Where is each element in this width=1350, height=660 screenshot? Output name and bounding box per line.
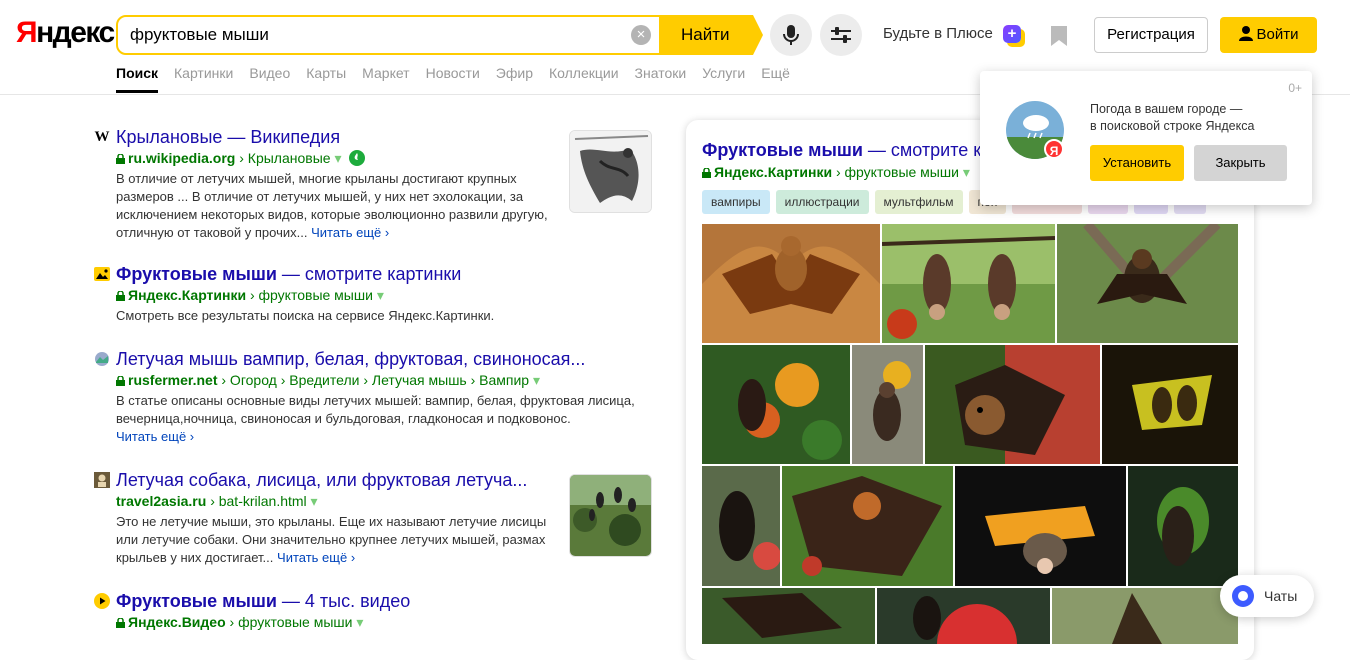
tab-more[interactable]: Ещё <box>761 65 790 93</box>
result-title-link[interactable]: Фруктовые мыши — смотрите картинки <box>116 263 461 285</box>
images-title-link[interactable]: Фруктовые мыши — смотрите к <box>702 140 981 161</box>
image-thumbnail[interactable] <box>925 345 1100 464</box>
result-thumbnail[interactable] <box>569 130 652 213</box>
read-more-link[interactable]: Читать ещё › <box>311 225 389 240</box>
login-button[interactable]: Войти <box>1220 17 1317 53</box>
lock-icon <box>116 154 125 164</box>
image-thumbnail[interactable] <box>1128 466 1238 586</box>
search-tabs: Поиск Картинки Видео Карты Маркет Новост… <box>116 65 806 93</box>
lock-icon <box>116 618 125 628</box>
tab-market[interactable]: Маркет <box>362 65 409 93</box>
tab-collections[interactable]: Коллекции <box>549 65 619 93</box>
tab-images[interactable]: Картинки <box>174 65 233 93</box>
search-input[interactable] <box>130 17 630 53</box>
image-thumbnail[interactable] <box>782 466 953 586</box>
user-icon <box>1238 26 1253 41</box>
plus-promo-link[interactable]: Будьте в Плюсе <box>883 25 993 42</box>
search-box: × <box>116 15 676 55</box>
image-thumbnail[interactable] <box>955 466 1126 586</box>
site-favicon <box>94 351 110 367</box>
bats-tree-image <box>570 475 651 556</box>
result-url[interactable]: Яндекс.Картинки › фруктовые мыши ▾ <box>116 287 384 303</box>
result-title-link[interactable]: Фруктовые мыши — 4 тыс. видео <box>116 590 410 612</box>
result-url[interactable]: Яндекс.Видео › фруктовые мыши ▾ <box>116 614 363 630</box>
tab-efir[interactable]: Эфир <box>496 65 533 93</box>
image-thumbnail[interactable] <box>882 224 1055 343</box>
image-thumbnail[interactable] <box>1057 224 1238 343</box>
lock-icon <box>702 168 711 178</box>
close-button[interactable]: Закрыть <box>1194 145 1287 181</box>
result-url[interactable]: ru.wikipedia.org › Крылановые ▾ <box>116 150 366 166</box>
tab-news[interactable]: Новости <box>426 65 480 93</box>
wikipedia-icon: W <box>94 128 110 145</box>
bat-engraving-image <box>570 131 651 212</box>
result-title-link[interactable]: Летучая мышь вампир, белая, фруктовая, с… <box>116 348 585 370</box>
yandex-logo[interactable]: Яндекс <box>16 14 115 52</box>
result-title-link[interactable]: Летучая собака, лисица, или фруктовая ле… <box>116 469 527 491</box>
search-result: Летучая мышь вампир, белая, фруктовая, с… <box>94 348 654 444</box>
image-thumbnail[interactable] <box>1102 345 1238 464</box>
read-more-link[interactable]: Читать ещё › <box>116 429 194 444</box>
popup-text: Погода в вашем городе — в поисковой строк… <box>1090 102 1255 133</box>
lock-icon <box>116 376 125 386</box>
chat-icon <box>1232 585 1254 607</box>
tab-maps[interactable]: Карты <box>306 65 346 93</box>
verified-icon <box>349 150 366 166</box>
weather-promo-popup: 0+ Я Погода в вашем городе — в поисковой … <box>980 71 1312 205</box>
tab-video[interactable]: Видео <box>249 65 290 93</box>
result-thumbnail[interactable] <box>569 474 652 557</box>
age-rating: 0+ <box>1288 81 1302 95</box>
chats-button[interactable]: Чаты <box>1220 575 1314 617</box>
result-url[interactable]: rusfermer.net › Огород › Вредители › Лет… <box>116 372 540 388</box>
result-url[interactable]: travel2asia.ru › bat-krilan.html ▾ <box>116 493 318 509</box>
bookmark-icon[interactable] <box>1049 25 1069 47</box>
tab-search[interactable]: Поиск <box>116 65 159 93</box>
video-icon <box>94 593 110 609</box>
image-thumbnail[interactable] <box>702 345 850 464</box>
tag-chip[interactable]: вампиры <box>702 190 770 214</box>
install-button[interactable]: Установить <box>1090 145 1184 181</box>
result-snippet: В отличие от летучих мышей, многие крыла… <box>116 171 548 240</box>
read-more-link[interactable]: Читать ещё › <box>277 550 355 565</box>
site-favicon <box>94 472 110 488</box>
tab-services[interactable]: Услуги <box>702 65 745 93</box>
images-icon <box>94 266 110 282</box>
tag-chip[interactable]: иллюстрации <box>775 190 869 214</box>
search-result: Фруктовые мыши — 4 тыс. видео Яндекс.Вид… <box>94 590 654 636</box>
microphone-icon <box>783 25 799 45</box>
lock-icon <box>116 291 125 301</box>
image-thumbnail[interactable] <box>702 224 880 343</box>
images-url[interactable]: Яндекс.Картинки › фруктовые мыши ▾ <box>702 164 970 181</box>
clear-search-button[interactable]: × <box>631 25 651 45</box>
register-button[interactable]: Регистрация <box>1094 17 1208 53</box>
image-grid <box>702 224 1238 644</box>
find-button[interactable]: Найти <box>659 15 763 55</box>
search-result: Фруктовые мыши — смотрите картинки Яндек… <box>94 263 654 323</box>
result-snippet: Смотреть все результаты поиска на сервис… <box>116 308 495 323</box>
image-thumbnail[interactable] <box>852 345 923 464</box>
result-snippet: В статье описаны основные виды летучих м… <box>116 393 635 444</box>
result-snippet: Это не летучие мыши, это крыланы. Еще их… <box>116 514 547 565</box>
search-settings-button[interactable] <box>820 14 862 56</box>
yandex-badge-icon: Я <box>1044 139 1064 159</box>
plus-icon[interactable]: + <box>1003 25 1021 43</box>
result-title-link[interactable]: Крылановые — Википедия <box>116 126 340 148</box>
voice-search-button[interactable] <box>770 14 812 56</box>
tag-chip[interactable]: мультфильм <box>874 190 963 214</box>
sliders-icon <box>831 27 851 43</box>
tab-znatoki[interactable]: Знатоки <box>635 65 687 93</box>
image-thumbnail[interactable] <box>702 466 780 586</box>
